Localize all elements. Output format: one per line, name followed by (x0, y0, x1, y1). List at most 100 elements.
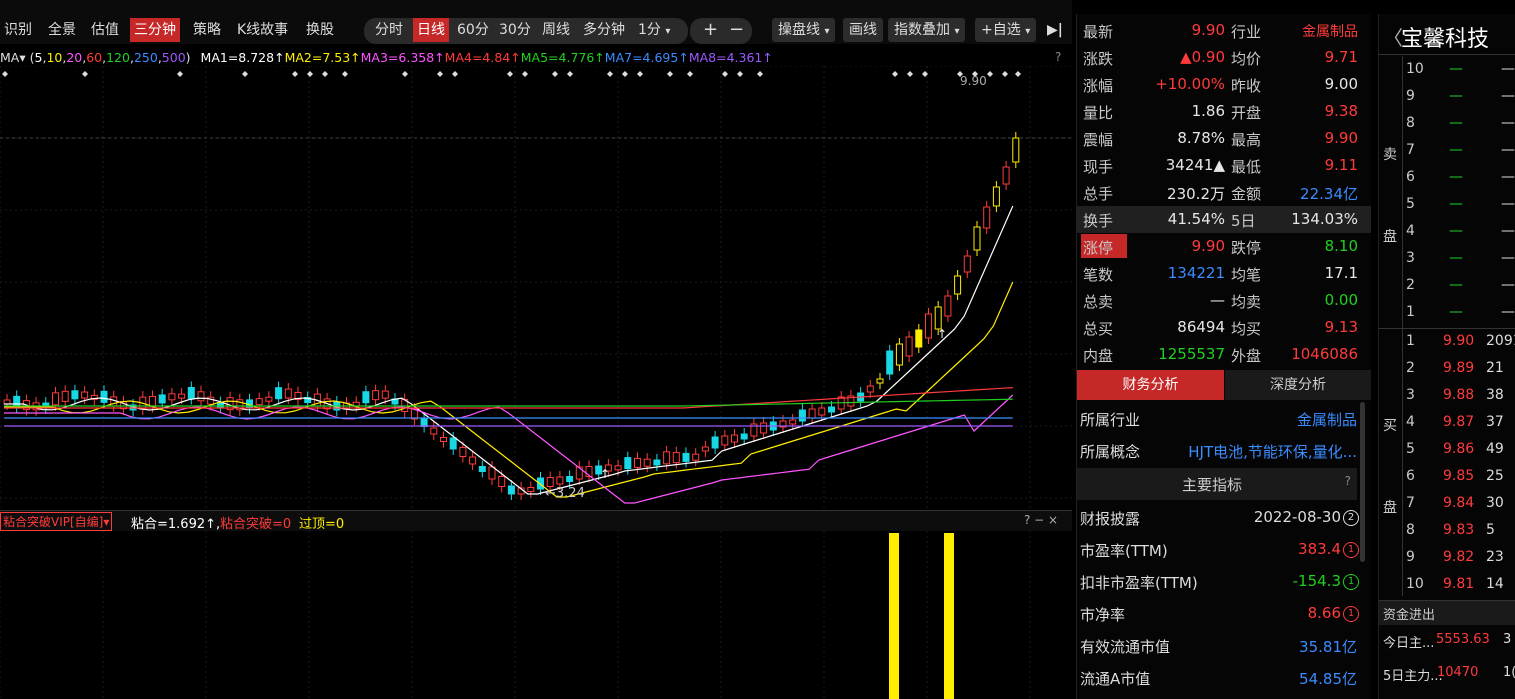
period-minute-chart[interactable]: 分时 (375, 18, 403, 42)
period-weekly[interactable]: 周线 (542, 18, 570, 42)
candlestick-bar (527, 481, 535, 498)
indicator-window-controls[interactable]: ? − × (1024, 513, 1058, 527)
chevron-down-icon: ▾ (824, 26, 830, 37)
signal-diamond-icon (722, 71, 728, 77)
candlestick-bar (478, 460, 486, 478)
quote-row: 涨停 9.90 跌停 8.10 (1077, 233, 1371, 260)
quote-label: 总卖 (1083, 293, 1114, 311)
kline-chart[interactable]: ↑↑ (0, 66, 1072, 510)
quote-panel: 最新 9.90 行业 金属制品 涨跌 ▲0.90 均价 9.71 涨幅 +10.00% 昨收 9.00… (1076, 14, 1371, 699)
industry-link[interactable]: 金属制品 (1297, 409, 1357, 430)
add-watchlist-dropdown[interactable]: +自选 ▾ (975, 18, 1037, 42)
help-icon[interactable]: ? (1345, 474, 1351, 488)
concept-link[interactable]: HJT电池,节能环保,量化... (1188, 441, 1357, 462)
finance-row: 有效流通市值 35.81亿 (1077, 630, 1371, 662)
tab-finance-analysis[interactable]: 财务分析 (1077, 370, 1224, 400)
draw-line-button[interactable]: 画线 (843, 18, 883, 42)
ask-price: — (1449, 223, 1463, 239)
bid-level-row[interactable]: 9 9.82 23 (1379, 546, 1515, 573)
toolbar-item-valuation[interactable]: 估值 (91, 18, 119, 42)
signal-diamond-icon (292, 71, 298, 77)
ask-level-row[interactable]: 7 — — (1379, 139, 1515, 166)
bid-level-row[interactable]: 3 9.88 38 (1379, 384, 1515, 411)
quote-label: 开盘 (1231, 104, 1262, 122)
back-icon[interactable]: 〈 (1383, 22, 1403, 51)
collapse-panel-icon[interactable]: ▶| (1047, 18, 1063, 42)
signal-diamond-icon (507, 71, 513, 77)
tab-depth-analysis[interactable]: 深度分析 (1225, 370, 1371, 400)
trading-line-dropdown[interactable]: 操盘线 ▾ (772, 18, 836, 42)
candlestick-bar (643, 453, 651, 473)
bid-level-row[interactable]: 5 9.86 49 (1379, 438, 1515, 465)
ask-level-row[interactable]: 8 — — (1379, 112, 1515, 139)
add-watchlist-label: +自选 (981, 22, 1021, 38)
period-daily[interactable]: 日线 (413, 18, 449, 42)
ask-level-row[interactable]: 6 — — (1379, 166, 1515, 193)
bid-level-row[interactable]: 10 9.81 14 (1379, 573, 1515, 600)
ma-param-120: 120 (106, 50, 130, 65)
ma-menu-button[interactable]: MA▾ (0, 50, 26, 65)
bid-level-row[interactable]: 4 9.87 37 (1379, 411, 1515, 438)
finance-scrollbar[interactable] (1360, 402, 1365, 562)
signal-diamond-icon (622, 71, 628, 77)
toolbar-item-kline-story[interactable]: K线故事 (237, 18, 288, 42)
analysis-tabs: 财务分析 深度分析 (1077, 370, 1371, 400)
index-overlay-label: 指数叠加 (894, 22, 950, 38)
chevron-down-icon: ▾ (665, 26, 671, 37)
bid-level-row[interactable]: 6 9.85 25 (1379, 465, 1515, 492)
period-30min[interactable]: 30分 (499, 18, 531, 42)
low-price-value: 3.24 (555, 486, 585, 501)
candlestick-bar (585, 460, 593, 483)
level-number: 4 (1406, 223, 1415, 239)
toolbar-item-panorama[interactable]: 全景 (48, 18, 76, 42)
finance-label: 市盈率(TTM) (1080, 542, 1168, 560)
industry-label: 所属行业 (1080, 411, 1141, 429)
bid-level-row[interactable]: 7 9.84 30 (1379, 492, 1515, 519)
indicator-selector[interactable]: 粘合突破VIP[自编]▾ (0, 512, 113, 531)
bid-level-row[interactable]: 8 9.83 5 (1379, 519, 1515, 546)
fund-flow-extra: 1( (1503, 665, 1515, 680)
order-book-panel: 〈宝馨科技卖盘买盘 10— —9— —8— —7— —6— —5— —4— —3— —2— —1— —… (1378, 14, 1515, 699)
ask-level-row[interactable]: 10 — — (1379, 58, 1515, 85)
period-1min-dropdown[interactable]: 1分 ▾ (638, 18, 670, 42)
quote-label: 均笔 (1231, 266, 1262, 284)
quote-row: 内盘 1255537 外盘 1046086 (1077, 341, 1371, 368)
quote-row: 最新 9.90 行业 金属制品 (1077, 17, 1371, 44)
toolbar-item-identify[interactable]: 识别 (4, 18, 32, 42)
ask-level-row[interactable]: 4 — — (1379, 220, 1515, 247)
industry-row: 所属行业 金属制品 (1077, 403, 1371, 435)
signal-diamond-icon (1015, 71, 1021, 77)
ask-volume: — (1501, 115, 1515, 131)
ask-level-row[interactable]: 3 — — (1379, 247, 1515, 274)
ask-level-row[interactable]: 5 — — (1379, 193, 1515, 220)
zoom-in-button[interactable]: + (703, 18, 718, 42)
ask-level-row[interactable]: 1 — — (1379, 301, 1515, 328)
ma-param-250: 250 (133, 50, 158, 65)
level-number: 3 (1406, 387, 1415, 403)
toolbar-item-switch-stock[interactable]: 换股 (306, 18, 334, 42)
toolbar-item-strategy[interactable]: 策略 (193, 18, 221, 42)
bid-level-row[interactable]: 2 9.89 21 (1379, 357, 1515, 384)
bid-level-row[interactable]: 1 9.90 2091 (1379, 330, 1515, 357)
ma-param-60: 60 (86, 50, 103, 65)
candlestick-bar (731, 429, 738, 448)
finance-label: 市净率 (1080, 606, 1126, 624)
period-multi-minute[interactable]: 多分钟 (583, 18, 625, 42)
candlestick-bar (459, 441, 467, 463)
period-60min[interactable]: 60分 (457, 18, 489, 42)
index-overlay-dropdown[interactable]: 指数叠加 ▾ (888, 18, 966, 42)
ma-param-500: 500 (161, 50, 186, 65)
ma-help-icon[interactable]: ? (1055, 50, 1061, 64)
zoom-out-button[interactable]: − (729, 18, 744, 42)
ask-level-row[interactable]: 9 — — (1379, 85, 1515, 112)
toolbar-item-three-minutes[interactable]: 三分钟 (130, 18, 180, 42)
quote-label: 均价 (1231, 50, 1262, 68)
fund-flow-extra: 3 (1503, 632, 1512, 647)
candlestick-bar (963, 250, 971, 278)
level-number: 6 (1406, 169, 1415, 185)
indicator-signal-bar (944, 533, 954, 699)
moving-average-line (4, 205, 1014, 495)
quote-row: 总买 86494 均买 9.13 (1077, 314, 1371, 341)
ask-level-row[interactable]: 2 — — (1379, 274, 1515, 301)
ma1-value: MA1=8.728↑ (200, 50, 285, 65)
